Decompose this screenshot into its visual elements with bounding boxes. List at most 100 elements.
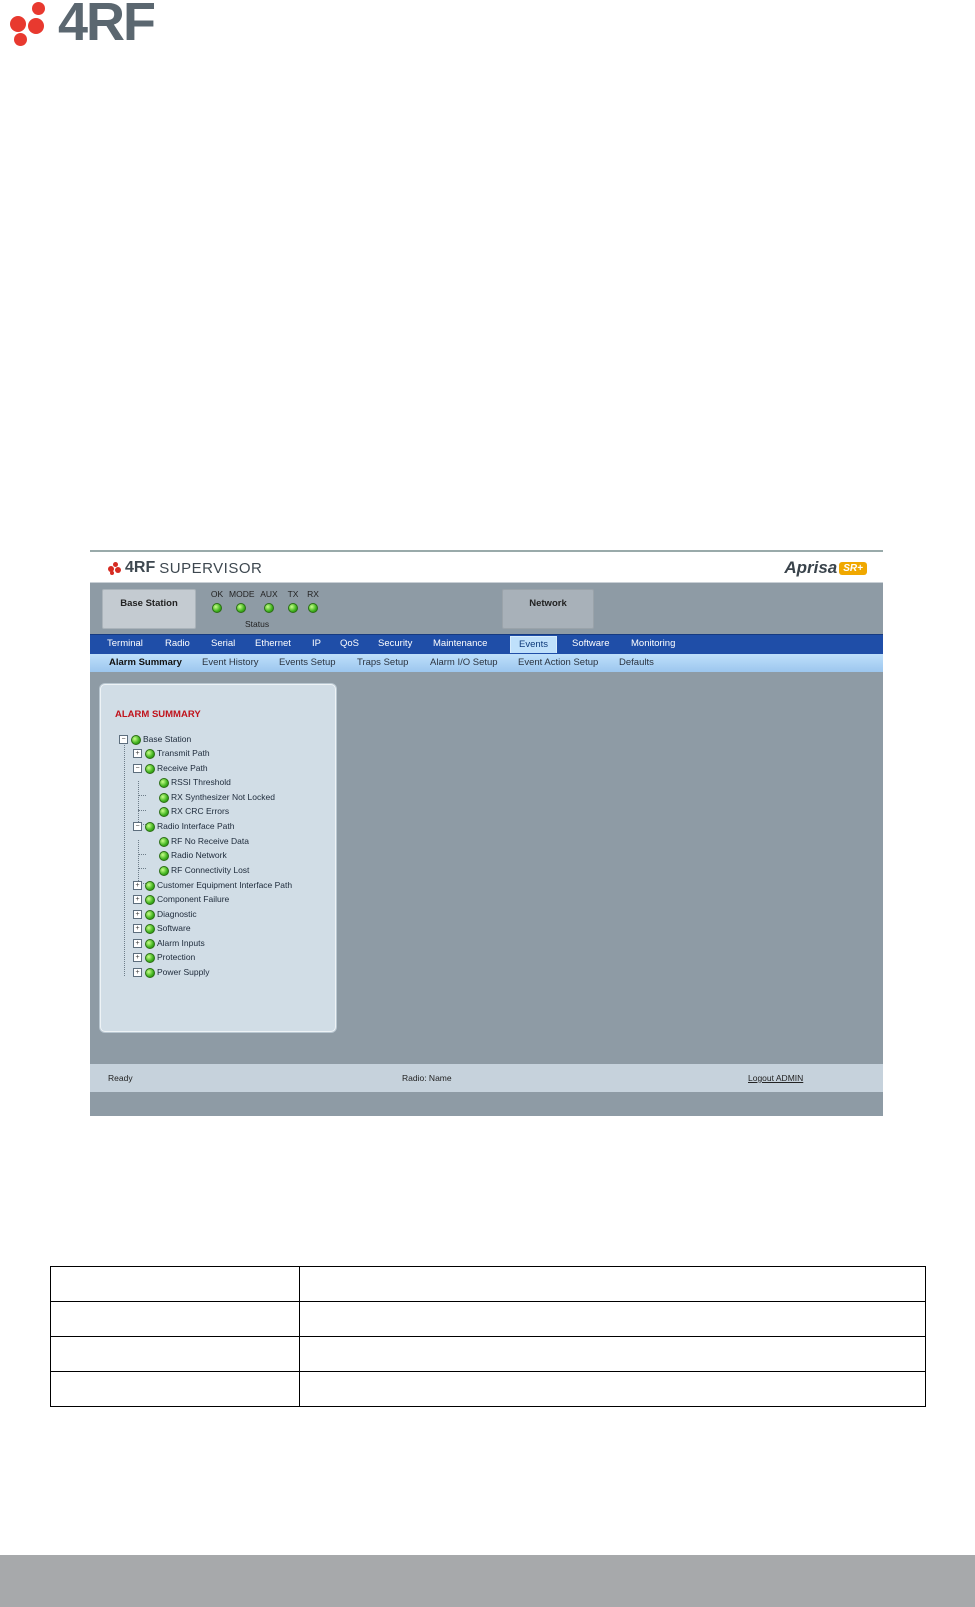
ok-status-icon [159,850,169,861]
submenu-alarm-summary[interactable]: Alarm Summary [109,657,182,668]
led-ok-icon [212,603,222,613]
ok-status-icon [145,748,155,759]
tree-node-receive-path[interactable]: − Receive Path [133,762,208,774]
submenu-traps-setup[interactable]: Traps Setup [357,657,408,668]
submenu-alarm-io-setup[interactable]: Alarm I/O Setup [430,657,498,668]
logout-link[interactable]: Logout ADMIN [748,1073,803,1083]
tree-node-protection[interactable]: + Protection [133,951,195,963]
led-aux: AUX [257,589,281,613]
tree-node-label: RSSI Threshold [171,777,231,787]
alarm-summary-panel: ALARM SUMMARY − Base Station + Transmit Pa… [100,684,336,1032]
collapse-icon[interactable]: − [133,764,142,774]
base-station-button[interactable]: Base Station [102,589,196,629]
tree-node-diagnostic[interactable]: + Diagnostic [133,908,197,920]
tree-node-label: RF No Receive Data [171,836,249,846]
tree-node-radio-interface-path[interactable]: − Radio Interface Path [133,820,235,832]
tree-connector [138,795,146,796]
menu-serial[interactable]: Serial [211,638,235,649]
tree-node-alarm-inputs[interactable]: + Alarm Inputs [133,937,205,949]
led-label: OK [210,589,224,599]
menu-monitoring[interactable]: Monitoring [631,638,675,649]
4rf-logo-mark [8,2,56,46]
menu-terminal[interactable]: Terminal [107,638,143,649]
expand-icon[interactable]: + [133,968,142,978]
tree-node-software[interactable]: + Software [133,922,191,934]
status-label: Status [245,619,270,629]
tree-connector [138,810,146,811]
tree-node-rx-synthesizer[interactable]: RX Synthesizer Not Locked [159,791,275,803]
logo-text: 4RF [58,0,156,52]
tree-node-rf-connectivity-lost[interactable]: RF Connectivity Lost [159,864,249,876]
supervisor-header: 4RF SUPERVISOR Aprisa SR+ [90,552,883,583]
menu-radio[interactable]: Radio [165,638,190,649]
expand-icon[interactable]: + [133,924,142,934]
tree-node-radio-network[interactable]: Radio Network [159,849,227,861]
aprisa-logo: Aprisa SR+ [784,558,867,578]
menu-security[interactable]: Security [378,638,412,649]
expand-icon[interactable]: + [133,749,142,759]
document-logo: 4RF [8,0,188,52]
ready-status: Ready [108,1073,133,1083]
tree-node-base-station[interactable]: − Base Station [119,733,191,745]
expand-icon[interactable]: + [133,910,142,920]
tree-node-label: Receive Path [157,763,208,773]
menu-qos[interactable]: QoS [340,638,359,649]
tree-node-rf-no-receive-data[interactable]: RF No Receive Data [159,835,249,847]
base-station-label: Base Station [120,598,178,609]
tree-node-label: RX Synthesizer Not Locked [171,792,275,802]
network-button[interactable]: Network [502,589,594,629]
main-menu: Terminal Radio Serial Ethernet IP QoS Se… [90,634,883,655]
tree-node-label: Radio Network [171,850,227,860]
tree-node-power-supply[interactable]: + Power Supply [133,966,209,978]
led-ok: OK [205,589,229,613]
collapse-icon[interactable]: − [119,735,128,745]
tree-node-label: Diagnostic [157,909,197,919]
table-cell [299,1336,926,1372]
expand-icon[interactable]: + [133,953,142,963]
tree-node-label: RF Connectivity Lost [171,865,250,875]
table-cell [50,1371,300,1407]
table-row [50,1336,926,1372]
table-cell [50,1301,300,1337]
tree-node-label: Alarm Inputs [157,938,205,948]
submenu-event-action-setup[interactable]: Event Action Setup [518,657,598,668]
4rf-logo-icon [108,562,122,575]
tree-connector [124,745,125,976]
tree-node-rx-crc-errors[interactable]: RX CRC Errors [159,805,229,817]
tree-node-label: RX CRC Errors [171,806,230,816]
supervisor-logo: 4RF SUPERVISOR [108,559,262,577]
table-cell [299,1301,926,1337]
expand-icon[interactable]: + [133,939,142,949]
menu-maintenance[interactable]: Maintenance [433,638,487,649]
logo-brand: 4RF [125,559,156,576]
page-footer-bar [0,1555,975,1607]
tree-node-label: Customer Equipment Interface Path [157,880,293,890]
status-leds: OK MODE AUX TX RX Status [205,589,325,629]
tree-node-customer-equipment[interactable]: + Customer Equipment Interface Path [133,879,292,891]
table-row [50,1266,926,1302]
collapse-icon[interactable]: − [133,822,142,832]
expand-icon[interactable]: + [133,895,142,905]
tree-node-label: Protection [157,952,196,962]
ok-status-icon [131,734,141,745]
tree-node-rssi-threshold[interactable]: RSSI Threshold [159,776,231,788]
tree-node-transmit-path[interactable]: + Transmit Path [133,747,210,759]
table-cell [50,1336,300,1372]
menu-ethernet[interactable]: Ethernet [255,638,291,649]
ok-status-icon [145,938,155,949]
submenu-defaults[interactable]: Defaults [619,657,654,668]
radio-name: Radio: Name [402,1073,452,1083]
menu-software[interactable]: Software [572,638,610,649]
submenu-events-setup[interactable]: Events Setup [279,657,336,668]
menu-events[interactable]: Events [510,636,558,653]
tree-node-component-failure[interactable]: + Component Failure [133,893,229,905]
expand-icon[interactable]: + [133,881,142,891]
ok-status-icon [145,880,155,891]
logo-product: SUPERVISOR [159,559,263,577]
submenu-event-history[interactable]: Event History [202,657,259,668]
table-row [50,1371,926,1407]
menu-ip[interactable]: IP [312,638,321,649]
ok-status-icon [159,836,169,847]
table-cell [299,1371,926,1407]
tree-connector [138,868,146,869]
